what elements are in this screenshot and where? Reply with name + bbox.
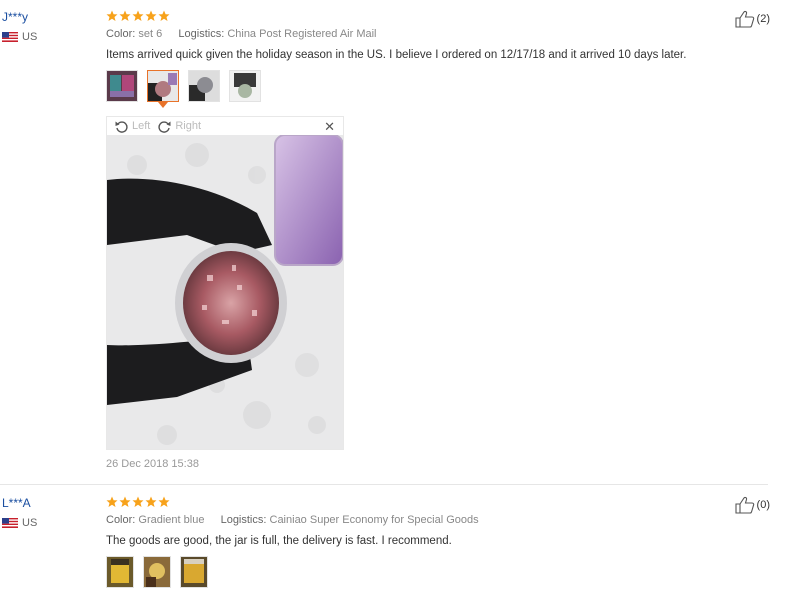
- photo-thumbnails: [106, 70, 726, 102]
- helpful-vote[interactable]: (0): [734, 496, 770, 514]
- star-rating: [106, 496, 726, 508]
- star-icon: [119, 496, 131, 507]
- order-info: Color: Gradient blue Logistics: Cainiao …: [106, 514, 726, 526]
- photo-thumbnails: [106, 556, 726, 588]
- reviewer-info: L***A US: [2, 496, 37, 529]
- logistics-value: China Post Registered Air Mail: [227, 28, 377, 40]
- photo-thumbnail-active[interactable]: [147, 70, 179, 102]
- active-thumb-caret-icon: [158, 102, 168, 108]
- rotate-left-icon[interactable]: [115, 120, 128, 133]
- color-label: Color:: [106, 514, 136, 526]
- logistics-value: Cainiao Super Economy for Special Goods: [269, 514, 479, 526]
- photo-thumbnail[interactable]: [188, 70, 220, 102]
- reviewer-info: J***y US: [2, 10, 37, 43]
- us-flag-icon: [2, 518, 18, 528]
- viewer-toolbar: Left Right ✕: [107, 117, 343, 135]
- reviewer-name: L***A: [2, 496, 31, 510]
- photo-thumbnail[interactable]: [180, 556, 208, 588]
- color-value: Gradient blue: [138, 514, 205, 526]
- country-code: US: [22, 517, 38, 529]
- helpful-vote[interactable]: (2): [734, 10, 770, 28]
- photo-thumbnail[interactable]: [229, 70, 261, 102]
- star-icon: [106, 10, 118, 21]
- reviewer-name: J***y: [2, 10, 29, 24]
- rotate-right-icon[interactable]: [158, 120, 171, 133]
- star-icon: [106, 496, 118, 507]
- star-icon: [145, 496, 157, 507]
- helpful-count: (0): [756, 499, 770, 511]
- review-photo: [107, 135, 343, 449]
- photo-thumbnail[interactable]: [143, 556, 171, 588]
- review-divider: [0, 484, 768, 485]
- review-content: Color: set 6 Logistics: China Post Regis…: [106, 10, 726, 102]
- photo-thumbnail[interactable]: [106, 556, 134, 588]
- star-icon: [119, 10, 131, 21]
- logistics-label: Logistics:: [220, 514, 267, 526]
- rotate-right-label: Right: [175, 120, 202, 132]
- rotate-right-button[interactable]: Right: [158, 120, 201, 133]
- color-label: Color:: [106, 28, 136, 40]
- color-value: set 6: [138, 28, 163, 40]
- country-code: US: [22, 31, 38, 43]
- rotate-left-label: Left: [132, 120, 151, 132]
- photo-viewer: Left Right ✕: [106, 116, 344, 450]
- star-icon: [158, 496, 170, 507]
- review-text: Items arrived quick given the holiday se…: [106, 49, 687, 61]
- thumbs-up-icon[interactable]: [734, 496, 755, 514]
- review-content: Color: Gradient blue Logistics: Cainiao …: [106, 496, 726, 588]
- close-icon[interactable]: ✕: [324, 119, 335, 135]
- star-icon: [145, 10, 157, 21]
- thumbs-up-icon[interactable]: [734, 10, 755, 28]
- us-flag-icon: [2, 32, 18, 42]
- rotate-left-button[interactable]: Left: [115, 120, 150, 133]
- star-icon: [132, 496, 144, 507]
- star-icon: [158, 10, 170, 21]
- photo-thumbnail[interactable]: [106, 70, 138, 102]
- review-text: The goods are good, the jar is full, the…: [106, 535, 452, 547]
- helpful-count: (2): [756, 13, 770, 25]
- order-info: Color: set 6 Logistics: China Post Regis…: [106, 28, 726, 40]
- logistics-label: Logistics:: [178, 28, 225, 40]
- reviewer-country: US: [2, 517, 37, 529]
- review-date: 26 Dec 2018 15:38: [106, 458, 199, 470]
- star-icon: [132, 10, 144, 21]
- star-rating: [106, 10, 726, 22]
- reviewer-country: US: [2, 31, 37, 43]
